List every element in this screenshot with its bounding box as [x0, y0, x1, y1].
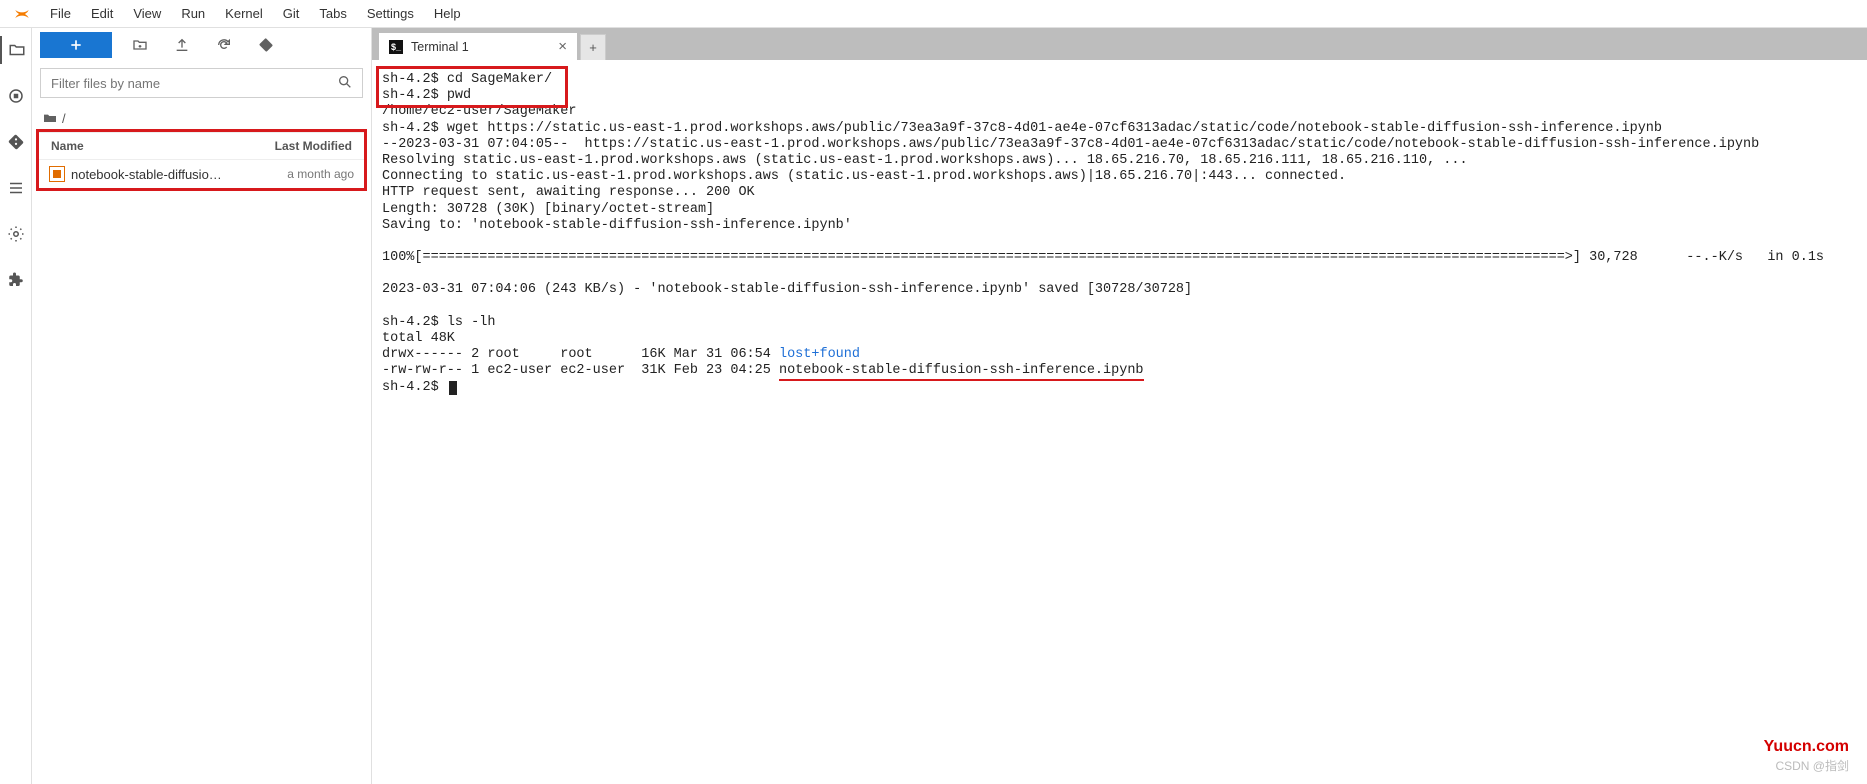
file-list-header: Name Last Modified: [39, 132, 364, 160]
activity-toc-icon[interactable]: [0, 174, 32, 202]
watermark-site: Yuucn.com: [1764, 738, 1849, 756]
activity-git-icon[interactable]: [0, 128, 32, 156]
file-browser-panel: / Name Last Modified notebook-stable-dif…: [32, 28, 372, 784]
activity-commands-icon[interactable]: [0, 220, 32, 248]
filter-files-input[interactable]: [40, 68, 363, 98]
activity-running-icon[interactable]: [0, 82, 32, 110]
breadcrumb[interactable]: /: [32, 104, 371, 132]
menu-view[interactable]: View: [123, 2, 171, 25]
menu-file[interactable]: File: [40, 2, 81, 25]
file-row[interactable]: notebook-stable-diffusio… a month ago: [39, 160, 364, 188]
notebook-icon: [49, 166, 65, 182]
close-icon[interactable]: ×: [558, 38, 567, 55]
search-icon: [337, 74, 353, 93]
menu-edit[interactable]: Edit: [81, 2, 123, 25]
menu-kernel[interactable]: Kernel: [215, 2, 273, 25]
file-modified: a month ago: [279, 167, 354, 181]
col-modified[interactable]: Last Modified: [275, 139, 352, 153]
watermark-csdn: CSDN @指剑: [1775, 757, 1849, 774]
jupyter-logo-icon: [12, 4, 32, 24]
git-tool-icon[interactable]: [252, 32, 280, 58]
work-area: $_ Terminal 1 × + sh-4.2$ cd SageMaker/ …: [372, 28, 1867, 784]
tab-label: Terminal 1: [411, 40, 469, 54]
terminal-cursor: [449, 381, 457, 395]
tab-terminal-1[interactable]: $_ Terminal 1 ×: [378, 32, 578, 60]
menu-help[interactable]: Help: [424, 2, 471, 25]
col-name[interactable]: Name: [51, 139, 275, 153]
add-tab-button[interactable]: +: [580, 34, 606, 60]
new-launcher-button[interactable]: [40, 32, 112, 58]
terminal-icon: $_: [389, 40, 403, 54]
menu-bar: File Edit View Run Kernel Git Tabs Setti…: [0, 0, 1867, 28]
terminal[interactable]: sh-4.2$ cd SageMaker/ sh-4.2$ pwd /home/…: [372, 60, 1867, 784]
new-folder-icon[interactable]: [126, 32, 154, 58]
activity-bar: [0, 28, 32, 784]
menu-git[interactable]: Git: [273, 2, 310, 25]
refresh-icon[interactable]: [210, 32, 238, 58]
tab-bar: $_ Terminal 1 × +: [372, 28, 1867, 60]
upload-icon[interactable]: [168, 32, 196, 58]
activity-folder-icon[interactable]: [0, 36, 32, 64]
file-toolbar: [32, 28, 371, 62]
lost-found-link: lost+found: [779, 347, 860, 362]
menu-run[interactable]: Run: [171, 2, 215, 25]
menu-settings[interactable]: Settings: [357, 2, 424, 25]
activity-extension-icon[interactable]: [0, 266, 32, 294]
menu-tabs[interactable]: Tabs: [309, 2, 356, 25]
breadcrumb-root: /: [62, 111, 66, 126]
notebook-file: notebook-stable-diffusion-ssh-inference.…: [779, 363, 1144, 381]
file-name: notebook-stable-diffusio…: [71, 167, 279, 182]
